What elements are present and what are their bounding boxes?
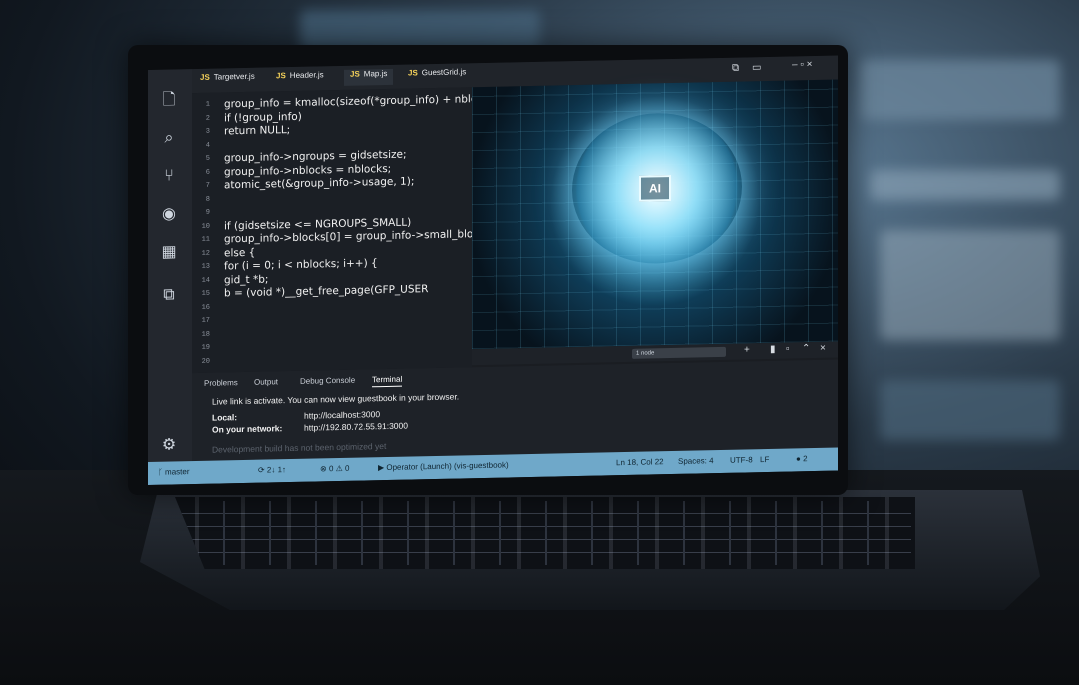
tab-header[interactable]: JS Header.js [276, 70, 324, 87]
indentation[interactable]: Spaces: 4 [678, 456, 714, 466]
trash-icon[interactable]: ▫ [786, 344, 790, 355]
chevron-up-icon[interactable]: ⌃ [802, 343, 810, 354]
bottom-panel: Problems Output Debug Console Terminal L… [192, 359, 838, 462]
layout-icon[interactable]: ▭ [752, 62, 761, 73]
code-line: else { [224, 246, 256, 259]
split-editor-icon[interactable]: ⧉ [732, 63, 739, 74]
code-line: for (i = 0; i < nblocks; i++) { [224, 257, 378, 273]
line-number: 7 [205, 181, 210, 190]
ai-chip-badge: AI [639, 175, 671, 202]
line-number: 17 [201, 316, 210, 325]
tab-label: Targetver.js [213, 71, 255, 82]
code-line: return NULL; [224, 124, 291, 138]
laptop-screen: 🗋 ⌕ ⑂ ◉ ▦ ⧉ ⚙ JS Targetver.js JS Header.js… [148, 55, 838, 485]
debug-icon[interactable]: ◉ [158, 203, 180, 225]
tab-guestgrid[interactable]: JS GuestGrid.js [408, 67, 466, 84]
explorer-icon[interactable]: 🗋 [158, 89, 180, 111]
line-number: 20 [201, 357, 210, 366]
gear-icon[interactable]: ⚙ [158, 434, 180, 456]
search-icon[interactable]: ⌕ [158, 127, 180, 149]
network-label: On your network: [212, 423, 283, 435]
branch-icon: ᚴ [158, 467, 166, 477]
tab-debug-console[interactable]: Debug Console [300, 376, 355, 386]
tab-terminal[interactable]: Terminal [372, 374, 403, 388]
plus-icon[interactable]: + [744, 344, 750, 355]
line-number: 18 [201, 330, 210, 339]
code-line: atomic_set(&group_info->usage, 1); [224, 175, 415, 192]
tab-output[interactable]: Output [254, 377, 278, 387]
network-url[interactable]: http://192.80.72.55.91:3000 [304, 421, 408, 433]
activity-bar: 🗋 ⌕ ⑂ ◉ ▦ ⧉ ⚙ [148, 69, 192, 465]
error-icon: ⊗ [320, 464, 329, 474]
line-number: 2 [205, 114, 210, 123]
line-number: 9 [205, 208, 210, 217]
js-file-icon: JS [408, 68, 418, 78]
line-number: 19 [201, 343, 210, 352]
line-number: 5 [205, 154, 210, 163]
line-number: 3 [205, 127, 210, 136]
notifications[interactable]: ● 2 [796, 454, 808, 463]
notification-count: 2 [803, 454, 808, 464]
code-line: group_info = kmalloc(sizeof(*group_info)… [224, 92, 509, 111]
bokeh-light [860, 60, 1060, 120]
line-number: 1 [205, 100, 210, 109]
bokeh-light [870, 170, 1060, 200]
line-ending[interactable]: LF [760, 455, 769, 464]
line-number: 10 [201, 222, 210, 231]
source-control-icon[interactable]: ⑂ [158, 165, 180, 187]
code-line: gid_t *b; [224, 272, 269, 286]
terminal-hint: Development build has not been optimized… [212, 441, 387, 455]
bokeh-light [880, 380, 1060, 440]
sync-status[interactable]: ⟳ 2↓ 1↑ [258, 465, 286, 475]
tab-problems[interactable]: Problems [204, 378, 238, 388]
terminal-message: Live link is activate. You can now view … [212, 391, 460, 407]
tab-map[interactable]: JS Map.js [344, 68, 394, 86]
line-number: 16 [201, 303, 210, 312]
cursor-position[interactable]: Ln 18, Col 22 [616, 457, 664, 467]
encoding[interactable]: UTF-8 [730, 455, 753, 464]
keyboard-backlight [175, 497, 915, 569]
line-number: 15 [201, 289, 210, 298]
js-file-icon: JS [350, 69, 360, 79]
code-line: b = (void *)__get_free_page(GFP_USER [224, 283, 429, 300]
extensions-icon[interactable]: ▦ [158, 241, 180, 263]
line-number: 13 [201, 262, 210, 271]
remote-explorer-icon[interactable]: ⧉ [158, 284, 180, 306]
ai-brain-image: AI [472, 79, 838, 350]
problems-indicator[interactable]: ⊗ 0 ⚠ 0 [320, 464, 349, 474]
line-number: 6 [205, 168, 210, 177]
local-url[interactable]: http://localhost:3000 [304, 409, 380, 421]
tab-label: Map.js [363, 68, 388, 79]
window-controls-icon[interactable]: – ▫ × [792, 59, 813, 70]
bell-icon: ● [796, 454, 804, 464]
tab-label: GuestGrid.js [421, 67, 467, 78]
tab-label: Header.js [289, 70, 324, 81]
line-number: 8 [205, 195, 210, 204]
error-count: 0 [328, 464, 334, 474]
line-number: 11 [201, 235, 210, 244]
laptop-keyboard [175, 497, 915, 569]
branch-indicator[interactable]: ᚴ master [158, 467, 189, 477]
js-file-icon: JS [200, 72, 210, 82]
local-label: Local: [212, 412, 238, 423]
line-number: 14 [201, 276, 210, 285]
bokeh-light [300, 10, 540, 50]
close-icon[interactable]: × [820, 343, 826, 354]
warning-count: 0 [345, 463, 350, 473]
tab-targetver[interactable]: JS Targetver.js [200, 72, 255, 89]
branch-name: master [165, 467, 190, 477]
warning-icon: ⚠ [335, 463, 346, 474]
bokeh-light [880, 230, 1060, 340]
run-task-label: Operator (Launch) (vis-guestbook) [386, 460, 509, 473]
js-file-icon: JS [276, 71, 286, 81]
node-select[interactable]: 1 node [632, 346, 726, 359]
line-number: 4 [205, 141, 210, 150]
code-editor[interactable]: 1 group_info = kmalloc(sizeof(*group_info… [192, 87, 508, 374]
terminal-split-icon[interactable]: ▮ [770, 344, 776, 355]
code-line: if (!group_info) [224, 110, 302, 124]
run-task[interactable]: ▶ Operator (Launch) (vis-guestbook) [378, 460, 509, 472]
line-number: 12 [201, 249, 210, 258]
